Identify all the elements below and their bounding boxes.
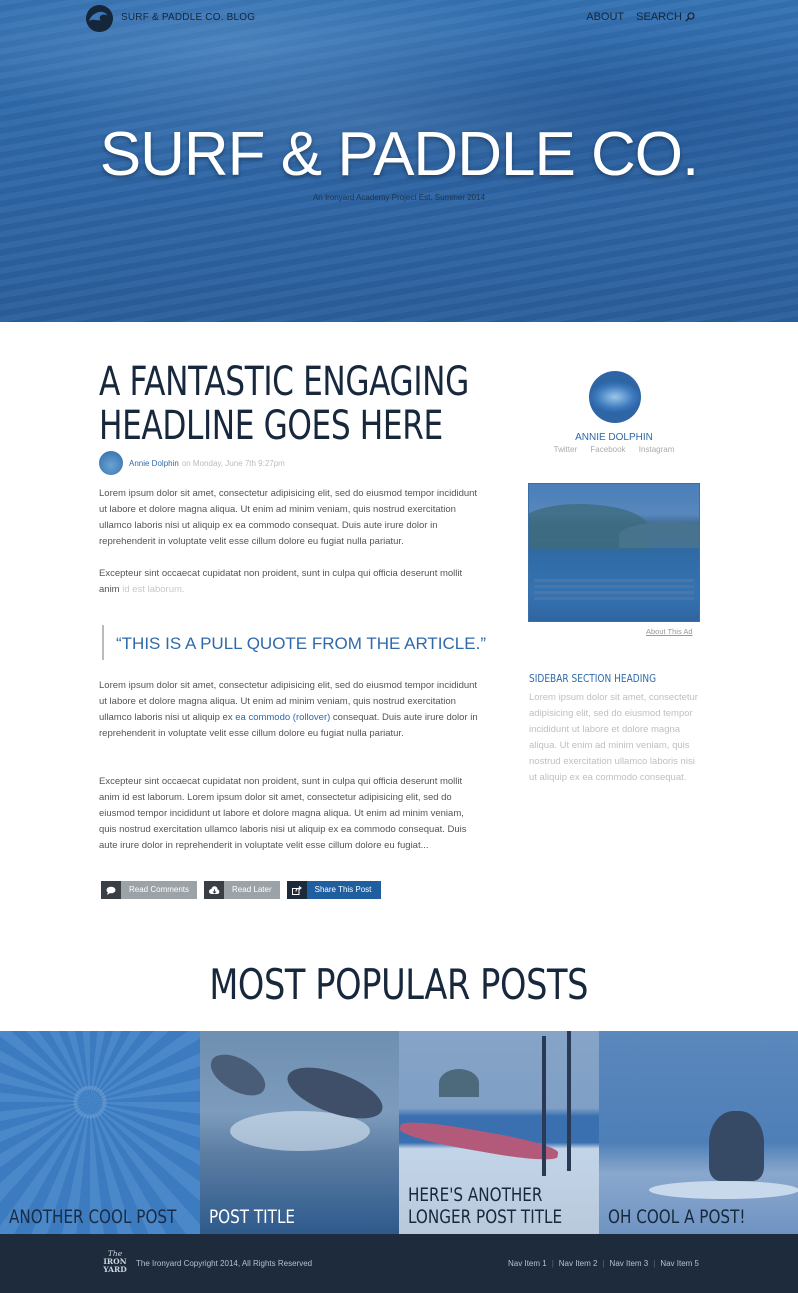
share-post-label: Share This Post bbox=[306, 881, 382, 899]
article-paragraph-2: Excepteur sint occaecat cupidatat non pr… bbox=[99, 566, 481, 598]
hero-title: SURF & PADDLE CO. bbox=[99, 120, 700, 189]
nav-separator: | bbox=[653, 1259, 656, 1268]
popular-posts-heading: MOST POPULAR POSTS bbox=[0, 960, 798, 1009]
nav-separator: | bbox=[602, 1259, 605, 1268]
hero-banner: SURF & PADDLE CO. BLOG ABOUT SEARCH SURF… bbox=[0, 0, 798, 322]
ad-scene-hill bbox=[619, 522, 699, 548]
read-later-button[interactable]: Read Later bbox=[204, 881, 280, 899]
cloud-download-icon bbox=[204, 881, 225, 899]
popular-post-tile[interactable]: OH COOL A POST! bbox=[598, 1031, 798, 1234]
nav-about-link[interactable]: ABOUT bbox=[586, 11, 624, 23]
sidebar-author-avatar[interactable] bbox=[589, 371, 641, 423]
read-comments-label: Read Comments bbox=[121, 881, 198, 899]
hero-subtitle: An Ironyard Academy Project Est. Summer … bbox=[312, 193, 486, 202]
comment-icon bbox=[101, 881, 121, 899]
post-tile-title-line: LONGER POST TITLE bbox=[408, 1206, 563, 1228]
nav-separator: | bbox=[551, 1259, 554, 1268]
sidebar-section-text: Lorem ipsum dolor sit amet, consectetur … bbox=[529, 692, 698, 783]
article-actions: Read Comments Read Later Share This Post bbox=[101, 881, 382, 899]
about-this-ad-link[interactable]: About This Ad bbox=[646, 627, 693, 636]
popular-post-tile[interactable]: POST TITLE bbox=[199, 1031, 399, 1234]
sidebar-author-name[interactable]: ANNIE DOLPHIN bbox=[528, 432, 700, 443]
nav-search-label: SEARCH bbox=[636, 11, 682, 23]
kayak-shape bbox=[399, 1117, 560, 1165]
headline-line-2: HEADLINE GOES HERE bbox=[99, 403, 443, 449]
facebook-link[interactable]: Facebook bbox=[590, 445, 625, 454]
wave-logo-icon[interactable] bbox=[85, 4, 114, 33]
rollover-link[interactable]: ea commodo (rollover) bbox=[235, 712, 330, 723]
headline-line-1: A FANTASTIC ENGAGING bbox=[99, 359, 469, 405]
nav-search-link[interactable]: SEARCH bbox=[636, 11, 695, 23]
byline: Annie Dolphin on Monday, June 7th 9:27pm bbox=[99, 451, 285, 475]
article-paragraph-3: Lorem ipsum dolor sit amet, consectetur … bbox=[99, 678, 481, 742]
blog-name[interactable]: SURF & PADDLE CO. BLOG bbox=[121, 12, 255, 23]
post-tile-title-line: ANOTHER COOL POST bbox=[9, 1206, 177, 1228]
paddle-shape bbox=[567, 1031, 571, 1171]
author-avatar[interactable] bbox=[99, 451, 123, 475]
footer: The IRON YARD The Ironyard Copyright 201… bbox=[0, 1234, 798, 1293]
read-comments-button[interactable]: Read Comments bbox=[101, 881, 198, 899]
footer-nav-item-3[interactable]: Nav Item 3 bbox=[610, 1259, 649, 1268]
popular-posts-grid: ANOTHER COOL POST POST TITLE HERE'S ANOT… bbox=[0, 1031, 798, 1234]
twitter-link[interactable]: Twitter bbox=[554, 445, 578, 454]
post-tile-title: HERE'S ANOTHER LONGER POST TITLE bbox=[408, 1184, 562, 1228]
top-nav: ABOUT SEARCH bbox=[586, 11, 695, 23]
popular-post-tile[interactable]: HERE'S ANOTHER LONGER POST TITLE bbox=[399, 1031, 599, 1234]
p2-fade-text: id est laborum. bbox=[122, 584, 185, 595]
post-tile-title-line: POST TITLE bbox=[208, 1206, 295, 1228]
dolphin-shape bbox=[203, 1046, 272, 1104]
article-paragraph-4: Excepteur sint occaecat cupidatat non pr… bbox=[99, 776, 467, 851]
post-tile-title-line: OH COOL A POST! bbox=[607, 1206, 745, 1228]
post-date: on Monday, June 7th 9:27pm bbox=[181, 458, 285, 468]
paddle-shape bbox=[542, 1036, 546, 1176]
article-paragraph-1: Lorem ipsum dolor sit amet, consectetur … bbox=[99, 488, 478, 547]
pull-quote: “THIS IS A PULL QUOTE FROM THE ARTICLE.” bbox=[102, 625, 486, 660]
sidebar-ad-image[interactable] bbox=[528, 483, 700, 622]
footer-nav: Nav Item 1 | Nav Item 2 | Nav Item 3 | N… bbox=[508, 1259, 699, 1268]
island-shape bbox=[439, 1069, 479, 1097]
footer-nav-item-2[interactable]: Nav Item 2 bbox=[559, 1259, 598, 1268]
article-headline: A FANTASTIC ENGAGING HEADLINE GOES HERE bbox=[99, 359, 469, 449]
author-link[interactable]: Annie Dolphin bbox=[129, 459, 179, 468]
instagram-link[interactable]: Instagram bbox=[639, 445, 675, 454]
dog-shape bbox=[708, 1111, 764, 1181]
footer-nav-item-1[interactable]: Nav Item 1 bbox=[508, 1259, 547, 1268]
search-icon bbox=[685, 12, 695, 22]
surfboard-shape bbox=[648, 1181, 798, 1199]
ad-scene-kayaks bbox=[534, 579, 694, 601]
sidebar-section-heading: SIDEBAR SECTION HEADING bbox=[529, 672, 657, 685]
share-post-button[interactable]: Share This Post bbox=[286, 881, 382, 899]
post-tile-title: ANOTHER COOL POST bbox=[9, 1206, 176, 1228]
share-icon bbox=[286, 881, 307, 899]
footer-nav-item-5[interactable]: Nav Item 5 bbox=[660, 1259, 699, 1268]
sidebar-social-links: Twitter Facebook Instagram bbox=[528, 445, 700, 454]
read-later-label: Read Later bbox=[224, 881, 280, 899]
footer-copyright: The Ironyard Copyright 2014, All Rights … bbox=[136, 1259, 313, 1268]
post-tile-title-line: HERE'S ANOTHER bbox=[408, 1184, 543, 1206]
post-tile-title: OH COOL A POST! bbox=[608, 1206, 745, 1228]
iron-yard-logo[interactable]: The IRON YARD bbox=[100, 1250, 130, 1274]
logo-text-line: YARD bbox=[103, 1265, 127, 1274]
popular-post-tile[interactable]: ANOTHER COOL POST bbox=[0, 1031, 200, 1234]
popular-posts-title: MOST POPULAR POSTS bbox=[209, 960, 589, 1009]
post-tile-title: POST TITLE bbox=[209, 1206, 295, 1228]
